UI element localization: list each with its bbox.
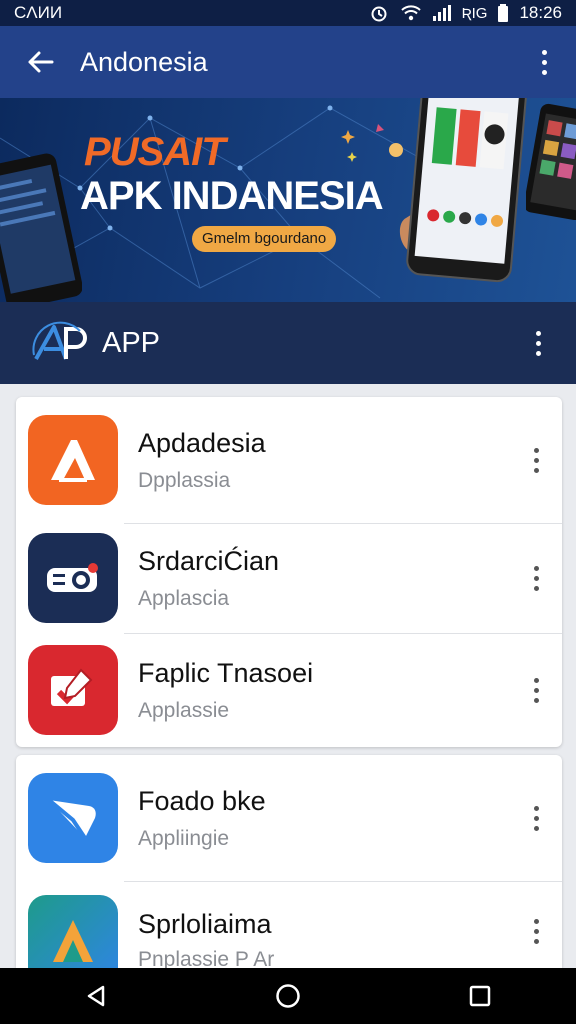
kebab-dot bbox=[533, 447, 539, 453]
chat-icon bbox=[47, 798, 96, 840]
banner-headline-2: APK INDANESIA bbox=[80, 174, 384, 218]
app-subtitle: Appliingie bbox=[138, 826, 230, 850]
kebab-dot bbox=[541, 69, 547, 75]
signal-icon bbox=[432, 5, 451, 21]
phone-left-graphic bbox=[0, 153, 82, 302]
kebab-dot bbox=[533, 938, 539, 944]
triangle-a-icon bbox=[53, 920, 93, 962]
kebab-dot bbox=[541, 59, 547, 65]
kebab-dot bbox=[541, 49, 547, 55]
kebab-dot bbox=[535, 350, 541, 356]
section-more-button[interactable] bbox=[514, 319, 562, 367]
wifi-icon bbox=[400, 5, 421, 21]
app-list-item[interactable]: SrdarciĆian Applascia bbox=[16, 523, 562, 633]
kebab-dot bbox=[535, 330, 541, 336]
app-icon bbox=[28, 895, 118, 968]
app-list-card: Foado bke Appliingie Sprloliaima Pnplass… bbox=[16, 755, 562, 968]
pen-icon bbox=[51, 668, 93, 706]
app-list-item[interactable]: Apdadesia Dpplassia bbox=[16, 397, 562, 523]
home-circle-icon[interactable] bbox=[275, 983, 301, 1009]
kebab-dot bbox=[533, 928, 539, 934]
projector-icon bbox=[47, 563, 98, 592]
app-more-button[interactable] bbox=[512, 666, 560, 714]
section-header: APP bbox=[0, 302, 576, 384]
status-icons: ƦІG 18:26 bbox=[368, 3, 562, 23]
app-more-button[interactable] bbox=[512, 907, 560, 955]
phone-main-graphic bbox=[399, 98, 531, 283]
kebab-dot bbox=[533, 825, 539, 831]
app-icon bbox=[28, 415, 118, 505]
app-list-item[interactable]: Faplic Tnasoei Applassie bbox=[16, 633, 562, 747]
kebab-dot bbox=[533, 697, 539, 703]
app-title: Foado bke bbox=[138, 785, 266, 816]
ap-logo-icon bbox=[32, 321, 87, 360]
app-subtitle: Dpplassia bbox=[138, 468, 231, 492]
promo-banner[interactable]: PUSAIT APK INDANESIA Gmelm bgourdano bbox=[0, 98, 576, 302]
banner-cta-button[interactable]: Gmelm bgourdano bbox=[192, 226, 337, 252]
section-title: APP bbox=[102, 326, 161, 359]
kebab-dot bbox=[533, 467, 539, 473]
alarm-icon bbox=[371, 6, 387, 22]
app-title: Apdadesia bbox=[138, 427, 266, 458]
network-type-label: ƦІG bbox=[461, 4, 488, 22]
page-title: Andonesia bbox=[80, 46, 208, 77]
app-list-item[interactable]: Sprloliaima Pnplassie P Ar bbox=[16, 881, 562, 968]
app-icon bbox=[28, 533, 118, 623]
banner-headline-1: PUSAIT bbox=[84, 130, 226, 174]
back-button[interactable] bbox=[0, 26, 80, 98]
recents-square-icon[interactable] bbox=[468, 984, 492, 1008]
status-bar: CɅИИ ƦІG 18:26 bbox=[0, 0, 576, 26]
kebab-dot bbox=[533, 918, 539, 924]
kebab-dot bbox=[533, 457, 539, 463]
app-more-button[interactable] bbox=[512, 554, 560, 602]
app-list-item[interactable]: Foado bke Appliingie bbox=[16, 755, 562, 881]
kebab-dot bbox=[535, 340, 541, 346]
battery-icon bbox=[498, 4, 509, 22]
app-subtitle: Applascia bbox=[138, 586, 230, 610]
arrow-left-icon bbox=[28, 51, 54, 73]
app-subtitle: Applassie bbox=[138, 698, 230, 722]
app-title: Faplic Tnasoei bbox=[138, 657, 314, 688]
kebab-dot bbox=[533, 805, 539, 811]
more-options-button[interactable] bbox=[520, 38, 568, 86]
kebab-dot bbox=[533, 687, 539, 693]
carrier-label: CɅИИ bbox=[14, 3, 63, 22]
app-more-button[interactable] bbox=[512, 794, 560, 842]
clock-label: 18:26 bbox=[519, 3, 562, 22]
app-bar: Andonesia bbox=[0, 26, 576, 98]
phone-right-graphic bbox=[526, 103, 576, 220]
system-nav-bar bbox=[0, 968, 576, 1024]
app-list-card: Apdadesia Dpplassia SrdarciĆian Applasci… bbox=[16, 397, 562, 747]
kebab-dot bbox=[533, 677, 539, 683]
a-logo-icon bbox=[51, 440, 95, 482]
app-title: Sprloliaima bbox=[138, 909, 272, 939]
kebab-dot bbox=[533, 565, 539, 571]
app-title: SrdarciĆian bbox=[138, 545, 280, 576]
app-more-button[interactable] bbox=[512, 436, 560, 484]
back-triangle-icon[interactable] bbox=[84, 984, 108, 1008]
app-icon bbox=[28, 645, 118, 735]
app-subtitle: Pnplassie P Ar bbox=[138, 948, 275, 968]
kebab-dot bbox=[533, 575, 539, 581]
kebab-dot bbox=[533, 585, 539, 591]
app-icon bbox=[28, 773, 118, 863]
kebab-dot bbox=[533, 815, 539, 821]
